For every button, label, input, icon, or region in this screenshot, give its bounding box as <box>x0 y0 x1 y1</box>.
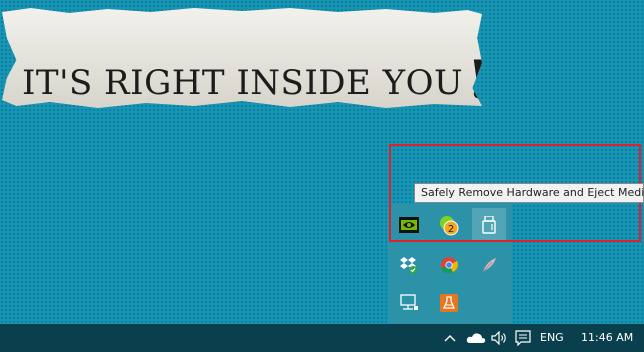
tooltip: Safely Remove Hardware and Eject Media <box>414 183 644 203</box>
taskbar: ENG 11:46 AM <box>0 324 644 352</box>
chrome-icon[interactable] <box>434 250 464 280</box>
show-hidden-icons-chevron-icon[interactable] <box>440 328 460 348</box>
network-computer-icon[interactable] <box>394 288 424 318</box>
wallpaper-headline: IT'S RIGHT INSIDE YOU!! <box>22 46 482 108</box>
wallpaper-paper-banner: IT'S RIGHT INSIDE YOU!! <box>2 8 482 108</box>
onedrive-cloud-icon[interactable] <box>464 328 488 348</box>
wallpaper-exclamation: !! <box>467 50 521 111</box>
action-center-notification-icon[interactable] <box>513 328 533 348</box>
taskbar-clock[interactable]: 11:46 AM <box>581 324 633 352</box>
dropbox-icon[interactable] <box>394 250 424 280</box>
wallpaper-headline-text: IT'S RIGHT INSIDE YOU <box>22 63 464 103</box>
input-language-indicator[interactable]: ENG <box>540 324 564 352</box>
app-flask-icon[interactable] <box>434 288 464 318</box>
volume-speaker-icon[interactable] <box>490 328 510 348</box>
feather-icon[interactable] <box>474 250 504 280</box>
